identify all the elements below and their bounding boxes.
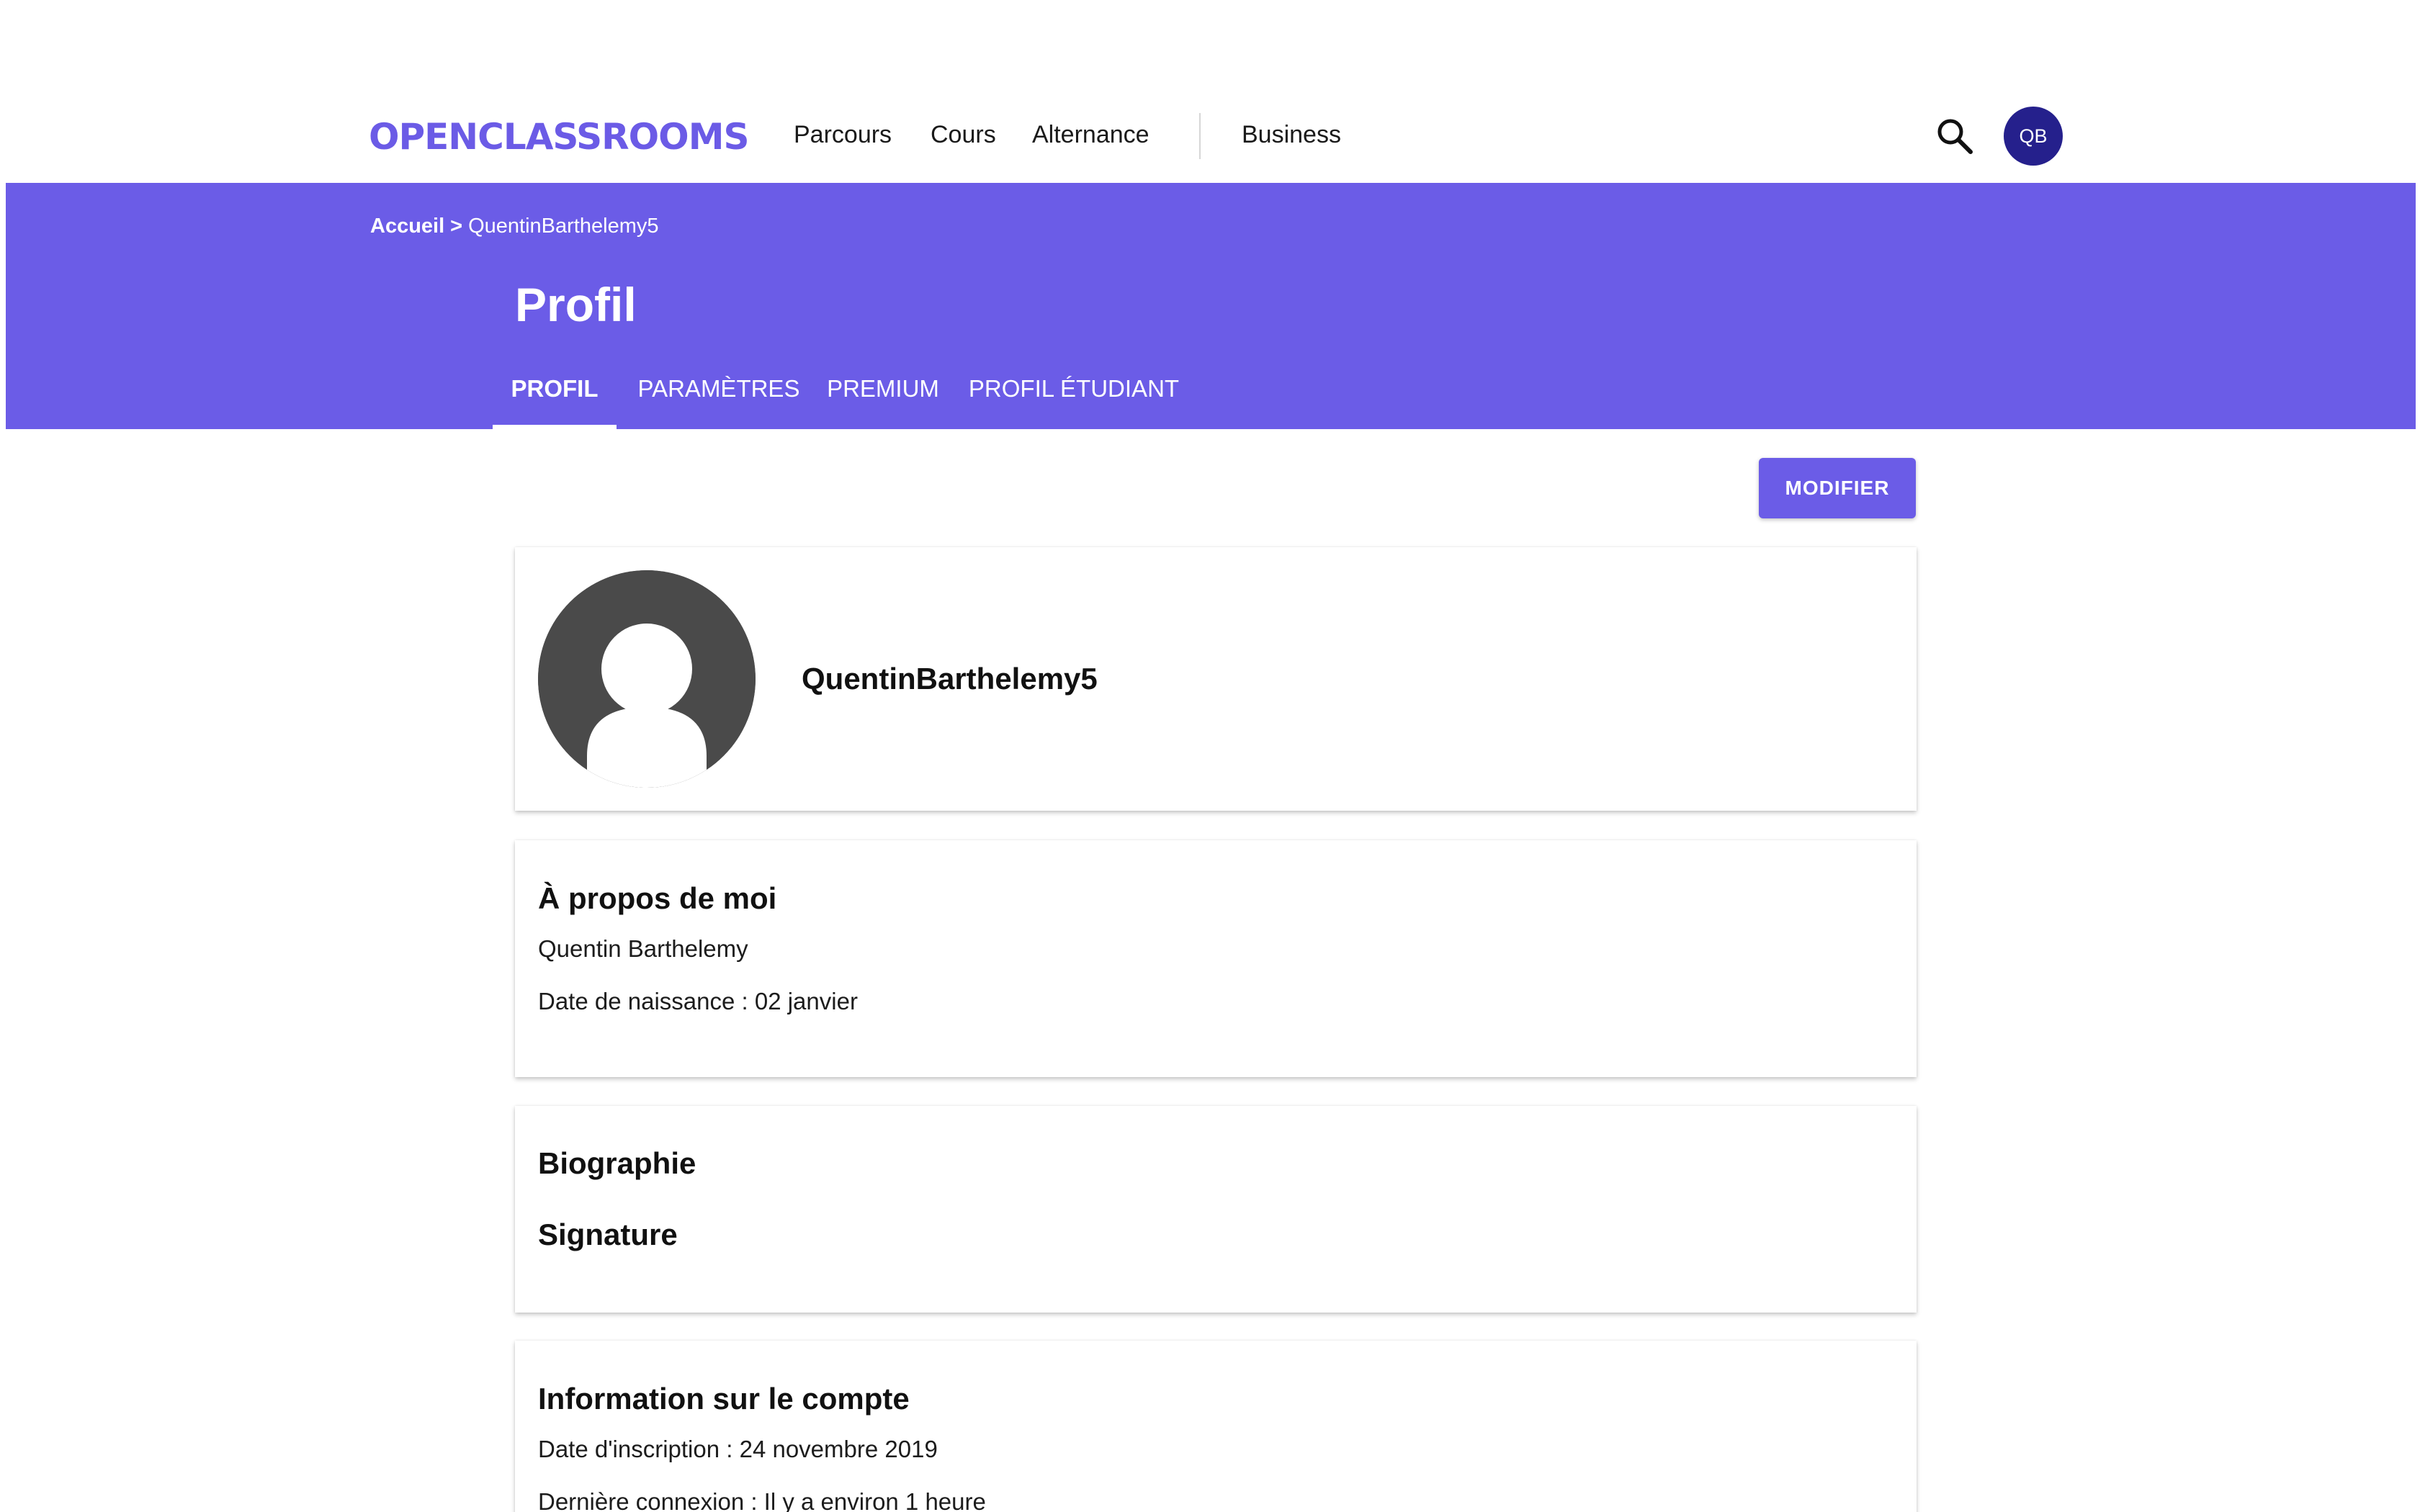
openclassrooms-logo[interactable]: OPENCLASSROOMS [369,112,749,162]
nav-link-parcours[interactable]: Parcours [794,117,892,152]
nav-link-alternance[interactable]: Alternance [1032,117,1150,152]
breadcrumb-home-link[interactable]: Accueil [370,215,444,238]
signature-heading: Signature [538,1218,678,1251]
breadcrumb-current: QuentinBarthelemy5 [468,215,659,238]
nav-divider [1199,113,1201,159]
tab-profil[interactable]: PROFIL [493,363,617,429]
last-login-text: Dernière connexion : Il y a environ 1 he… [538,1488,986,1512]
about-me-heading: À propos de moi [538,881,777,915]
account-info-heading: Information sur le compte [538,1382,910,1416]
nav-link-business[interactable]: Business [1242,117,1341,152]
user-menu-avatar[interactable]: QB [2004,107,2063,166]
account-info-card: Information sur le compte Date d'inscrip… [515,1341,1917,1512]
biography-heading: Biographie [538,1146,696,1180]
profile-header-band: Accueil > QuentinBarthelemy5 Profil PROFIL… [6,183,2416,429]
biography-card: Biographie Signature [515,1106,1917,1313]
tab-parametres[interactable]: PARAMÈTRES [634,363,804,429]
page-title: Profil [515,278,637,331]
signup-date-text: Date d'inscription : 24 novembre 2019 [538,1436,938,1462]
profile-username: QuentinBarthelemy5 [802,662,1098,696]
about-me-card: À propos de moi Quentin Barthelemy Date … [515,840,1917,1077]
default-user-avatar-icon [538,570,756,788]
breadcrumb: Accueil > QuentinBarthelemy5 [370,210,658,242]
search-icon[interactable] [1935,116,1975,156]
identity-card: QuentinBarthelemy5 [515,547,1917,811]
full-name-text: Quentin Barthelemy [538,935,748,962]
birthdate-text: Date de naissance : 02 janvier [538,988,858,1014]
modify-profile-button[interactable]: MODIFIER [1759,458,1916,518]
tab-profil-etudiant[interactable]: PROFIL ÉTUDIANT [961,363,1187,429]
tab-premium[interactable]: PREMIUM [821,363,945,429]
nav-link-cours[interactable]: Cours [931,117,996,152]
top-navigation: OPENCLASSROOMS Parcours Cours Alternance… [0,0,2420,183]
breadcrumb-separator: > [450,215,463,238]
